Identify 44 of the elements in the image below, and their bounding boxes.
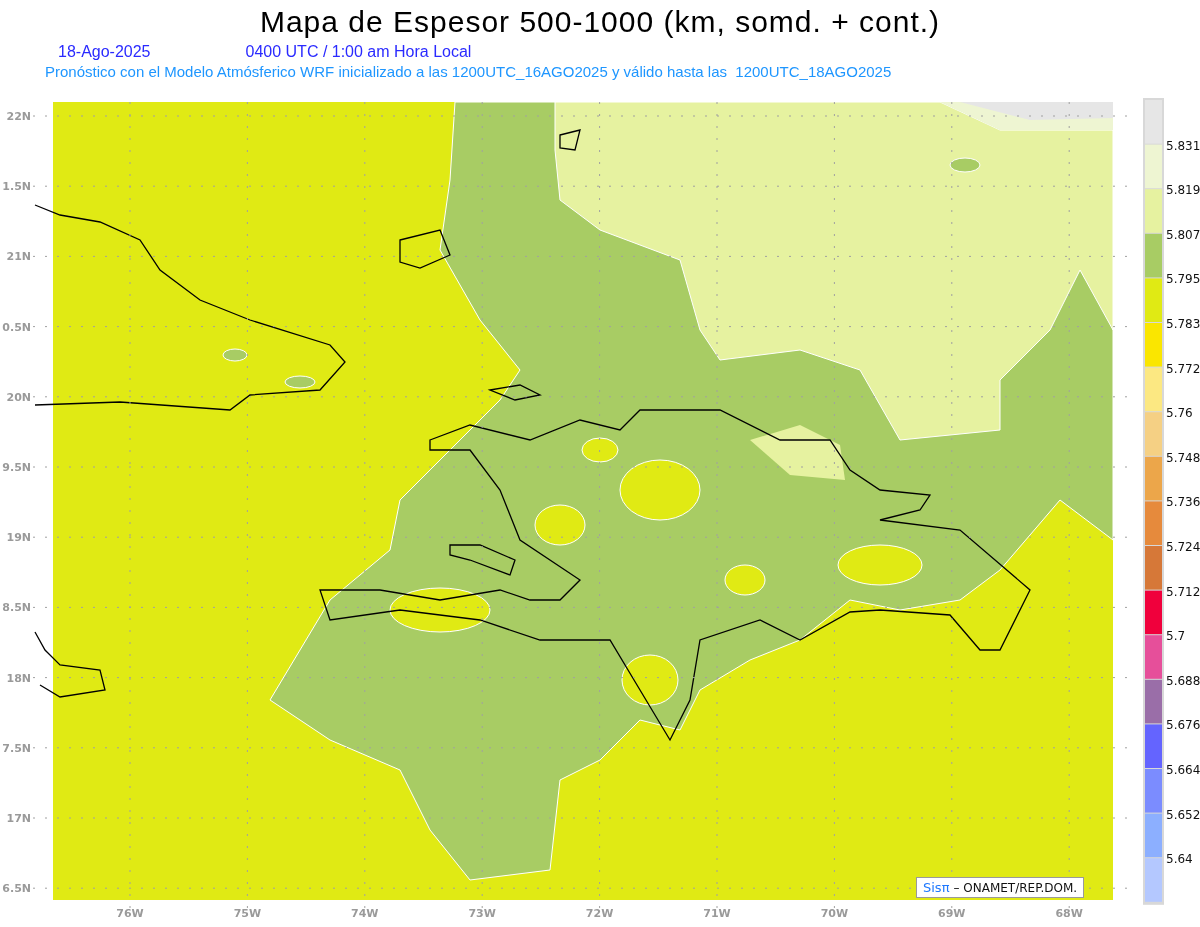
legend-label: 5.736 [1166,495,1200,510]
legend-label: 5.688 [1166,673,1200,688]
longitude-label: 71W [703,907,731,920]
latitude-label: 22N [6,110,31,123]
longitude-label: 72W [585,907,614,920]
legend-label: 5.772 [1166,361,1200,376]
legend-label: 5.652 [1166,807,1200,822]
attribution-text: – ONAMET/REP.DOM. [953,879,1078,897]
latitude-label: 1.5N [2,180,31,194]
latitude-label: 18N [6,671,31,685]
latitude-label: 6.5N [2,882,31,896]
longitude-label: 76W [116,907,144,920]
longitude-label: 68W [1055,907,1083,920]
legend-label: 5.76 [1166,406,1193,421]
latitude-label: 7.5N [2,741,31,755]
legend-label: 5.676 [1166,718,1200,733]
latitude-label: 20N [6,390,31,404]
legend-label: 5.831 [1166,138,1200,153]
legend-label: 5.712 [1166,584,1200,599]
date-label: 18-Ago-2025 [58,42,151,62]
legend-label: 5.807 [1166,227,1200,242]
legend-label: 5.783 [1166,317,1200,331]
latitude-label: 9.5N [2,461,31,474]
longitude-label: 75W [233,907,262,920]
legend-label: 5.724 [1166,540,1200,554]
legend-label: 5.64 [1166,852,1193,867]
legend-label: 5.664 [1166,763,1200,777]
latitude-label: 21N [6,250,31,264]
latitude-label: 19N [6,531,31,545]
legend-label: 5.795 [1166,272,1200,287]
longitude-label: 74W [351,907,379,920]
longitude-label: 69W [938,907,966,920]
longitude-label: 70W [820,907,849,920]
latitude-label: 17N [6,812,31,825]
longitude-label: 73W [468,907,496,920]
legend-label: 5.748 [1166,450,1200,465]
time-label: 0400 UTC / 1:00 am Hora Local [245,42,472,62]
latitude-label: 8.5N [2,601,31,615]
legend-label: 5.7 [1166,629,1186,644]
map-title: Mapa de Espesor 500-1000 (km, somd. + cont.) [259,4,941,40]
logo-text: Sisπ [923,878,950,897]
latitude-label: 0.5N [2,320,31,334]
forecast-subtitle: Pronóstico con el Modelo Atmósferico WRF inicializado a las 1200UTC_16AGO2025 y válido hasta las 1200UTC_18AGO2025 [45,62,892,82]
legend-label: 5.819 [1166,183,1200,198]
